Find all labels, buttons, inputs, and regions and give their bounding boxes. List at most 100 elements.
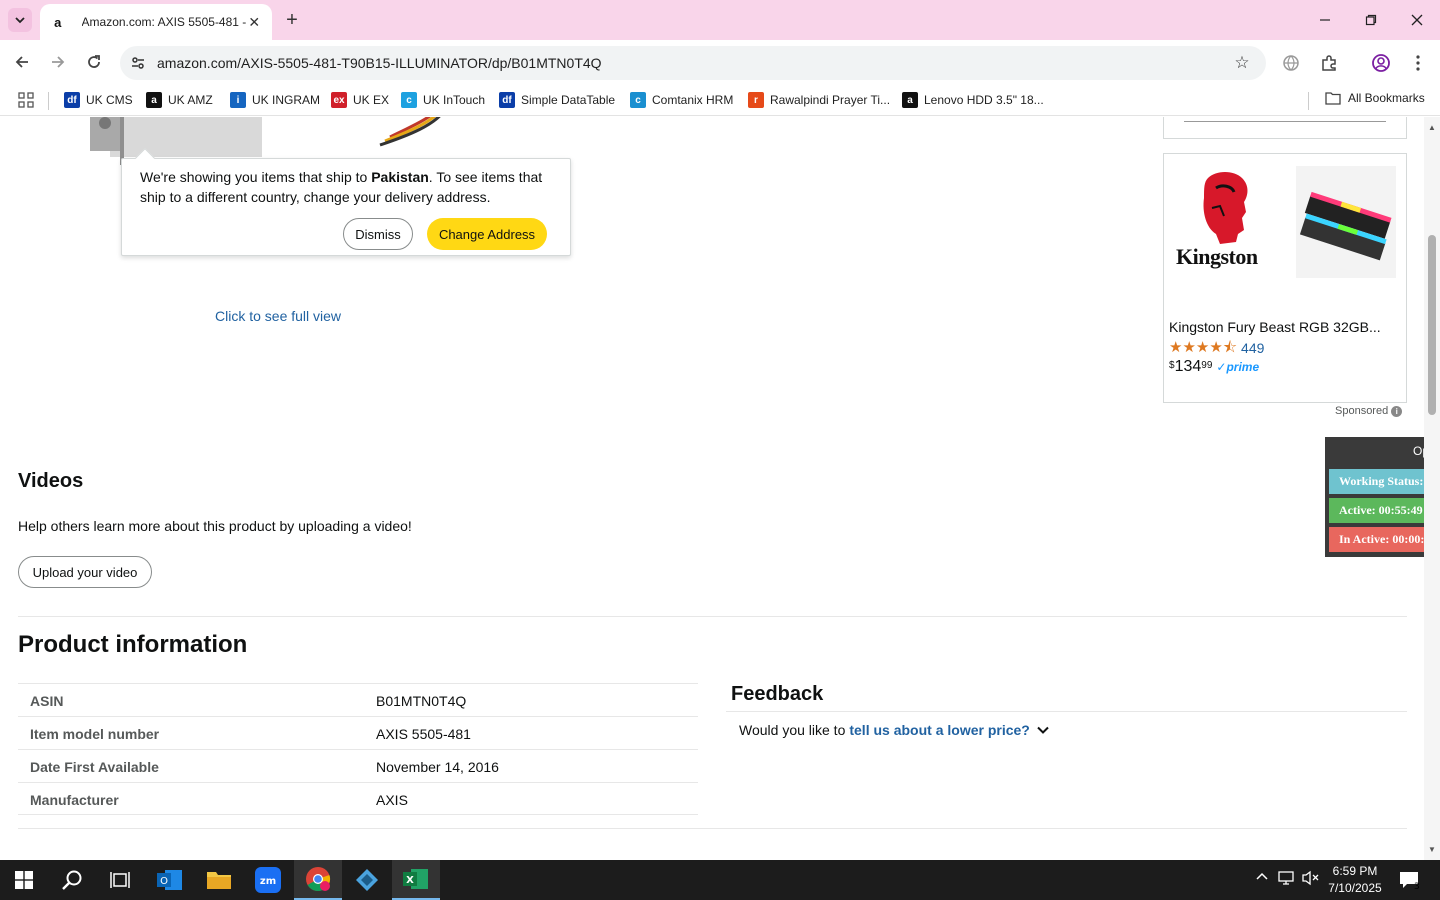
bookmark-item[interactable]: a UK AMZ	[146, 91, 213, 109]
bookmark-favicon-icon: ex	[331, 92, 347, 108]
bookmark-item[interactable]: df UK CMS	[64, 91, 133, 109]
notifications-icon[interactable]: 3	[1398, 869, 1420, 894]
product-information-heading: Product information	[18, 631, 248, 658]
minimize-icon[interactable]	[1315, 10, 1335, 30]
chevron-down-icon[interactable]	[1036, 723, 1050, 737]
product-details-table: ASIN B01MTN0T4Q Item model number AXIS 550…	[18, 683, 698, 815]
lower-price-link[interactable]: tell us about a lower price?	[849, 722, 1029, 738]
section-divider	[18, 828, 1407, 829]
back-button[interactable]	[10, 50, 34, 74]
bookmark-item[interactable]: i UK INGRAM	[230, 91, 320, 109]
bookmark-label: UK AMZ	[168, 93, 213, 107]
tab-close-icon[interactable]: ✕	[246, 14, 262, 30]
star-icon: ★	[1195, 339, 1210, 356]
bookmark-item[interactable]: c UK InTouch	[401, 91, 485, 109]
browser-tab-active[interactable]: a Amazon.com: AXIS 5505-481 - ✕	[40, 4, 272, 40]
search-button[interactable]	[48, 860, 96, 900]
outlook-icon: O	[157, 870, 182, 890]
row-value: AXIS	[376, 792, 408, 808]
translate-icon[interactable]	[1280, 52, 1302, 74]
arrow-right-icon	[52, 56, 65, 68]
bookmark-favicon-icon: r	[748, 92, 764, 108]
sponsored-ad-card[interactable]: Kingston Kingston Fury Beast RGB 32GB...…	[1163, 153, 1407, 403]
diamond-app-icon	[356, 869, 378, 891]
star-icon: ★	[1209, 339, 1223, 356]
close-window-icon[interactable]	[1407, 10, 1427, 30]
dismiss-button[interactable]: Dismiss	[343, 218, 413, 250]
site-info-icon[interactable]	[128, 53, 148, 73]
bookmark-star-icon[interactable]: ☆	[1232, 53, 1252, 73]
info-icon[interactable]: i	[1391, 405, 1403, 417]
task-view-button[interactable]	[96, 860, 144, 900]
pinned-app[interactable]	[343, 860, 391, 900]
delivery-location-popover: We're showing you items that ship to Pak…	[121, 148, 571, 256]
svg-text:zm: zm	[260, 876, 276, 887]
clock-date: 7/10/2025	[1328, 881, 1382, 895]
videos-heading: Videos	[18, 470, 84, 492]
profile-icon[interactable]	[1370, 52, 1392, 74]
outlook-app[interactable]: O	[146, 860, 194, 900]
row-value: November 14, 2016	[376, 759, 499, 775]
all-bookmarks-label: All Bookmarks	[1348, 91, 1425, 105]
volume-muted-icon[interactable]	[1302, 870, 1320, 889]
sponsored-label[interactable]: Sponsored i	[1335, 405, 1403, 417]
reload-button[interactable]	[82, 50, 106, 74]
bookmark-label: UK EX	[353, 93, 390, 107]
bookmark-label: Lenovo HDD 3.5" 18...	[924, 93, 1044, 107]
inactive-time: In Active: 00:00:00	[1329, 527, 1424, 552]
table-row: ASIN B01MTN0T4Q	[18, 683, 698, 716]
bookmark-label: Rawalpindi Prayer Ti...	[770, 93, 891, 107]
time-tracker-widget[interactable]: Oper Working Status: A Active: 00:55:49 …	[1325, 437, 1424, 557]
scroll-down-icon[interactable]: ▼	[1428, 845, 1436, 854]
network-icon[interactable]	[1278, 870, 1296, 889]
tab-search-button[interactable]	[8, 8, 32, 32]
start-button[interactable]	[0, 860, 48, 900]
upload-video-button[interactable]: Upload your video	[18, 556, 152, 588]
bookmark-item[interactable]: ex UK EX	[331, 91, 389, 109]
zoom-app[interactable]: zm	[244, 860, 292, 900]
forward-button[interactable]	[46, 50, 70, 74]
bookmark-item[interactable]: a Lenovo HDD 3.5" 18...	[902, 91, 1044, 109]
tray-overflow-icon[interactable]	[1255, 870, 1269, 887]
url-text: amazon.com/AXIS-5505-481-T90B15-ILLUMINA…	[157, 55, 602, 71]
reload-icon	[88, 55, 100, 68]
windows-logo-icon	[15, 871, 33, 889]
file-explorer-app[interactable]	[195, 860, 243, 900]
address-bar[interactable]: amazon.com/AXIS-5505-481-T90B15-ILLUMINA…	[120, 46, 1266, 80]
bookmark-favicon-icon: a	[146, 92, 162, 108]
apps-grid-icon[interactable]	[18, 92, 34, 108]
row-key: Manufacturer	[30, 792, 119, 808]
section-divider	[18, 616, 1407, 617]
kingston-wordmark: Kingston	[1176, 244, 1258, 269]
svg-text:O: O	[160, 876, 168, 887]
table-row: Item model number AXIS 5505-481	[18, 716, 698, 749]
browser-toolbar: amazon.com/AXIS-5505-481-T90B15-ILLUMINA…	[0, 40, 1440, 84]
bookmark-item[interactable]: df Simple DataTable	[499, 91, 615, 109]
prime-badge: ✓prime	[1216, 360, 1260, 374]
menu-kebab-icon[interactable]	[1407, 52, 1429, 74]
all-bookmarks-button[interactable]: All Bookmarks	[1325, 91, 1425, 105]
change-address-button[interactable]: Change Address	[427, 218, 547, 250]
new-tab-button[interactable]: +	[282, 9, 302, 31]
lower-price-feedback: Would you like to tell us about a lower …	[739, 722, 1050, 738]
bookmarks-separator	[48, 92, 49, 110]
ad-rating[interactable]: ★★★★⯪ 449	[1169, 339, 1264, 357]
full-view-link[interactable]: Click to see full view	[215, 308, 341, 324]
zoom-icon: zm	[255, 867, 281, 893]
scroll-thumb[interactable]	[1428, 235, 1436, 415]
page-scrollbar[interactable]: ▲ ▼	[1424, 117, 1440, 860]
restore-icon[interactable]	[1361, 10, 1381, 30]
bookmark-label: UK InTouch	[423, 93, 486, 107]
bookmark-label: Comtanix HRM	[652, 93, 734, 107]
tracker-open-label[interactable]: Oper	[1413, 444, 1424, 458]
chrome-app[interactable]	[294, 860, 342, 900]
excel-app[interactable]: X	[392, 860, 440, 900]
scroll-up-icon[interactable]: ▲	[1428, 123, 1436, 132]
system-clock[interactable]: 6:59 PM 7/10/2025	[1322, 863, 1388, 897]
ad-product-title[interactable]: Kingston Fury Beast RGB 32GB...	[1169, 319, 1401, 335]
bookmark-item[interactable]: r Rawalpindi Prayer Ti...	[748, 91, 890, 109]
bookmark-item[interactable]: c Comtanix HRM	[630, 91, 733, 109]
extensions-icon[interactable]	[1318, 52, 1340, 74]
row-key: ASIN	[30, 693, 64, 709]
folder-icon	[207, 872, 231, 889]
